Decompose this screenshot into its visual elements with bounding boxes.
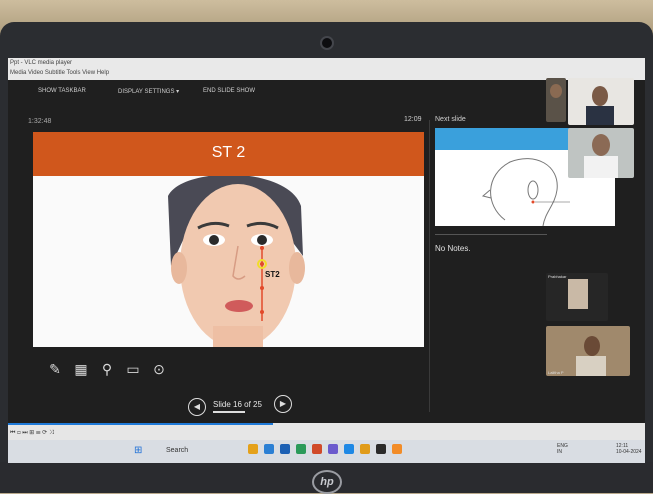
system-date: 10-04-2024 bbox=[616, 449, 642, 455]
speaker-notes: No Notes. bbox=[435, 244, 471, 253]
system-clock[interactable]: 12:11 10-04-2024 bbox=[616, 443, 642, 455]
presenter-clock: 12:09 bbox=[404, 116, 422, 123]
language-indicator[interactable]: ENG IN bbox=[557, 443, 568, 455]
webcam-icon bbox=[320, 36, 334, 50]
windows-start-icon[interactable]: ⊞ bbox=[134, 446, 144, 456]
laptop-screen: Ppt - VLC media player Media Video Subti… bbox=[8, 58, 645, 463]
store-icon[interactable] bbox=[360, 444, 370, 454]
more-options-icon[interactable]: ⊙ bbox=[150, 360, 168, 378]
end-slide-show-button[interactable]: END SLIDE SHOW bbox=[203, 88, 255, 94]
media-seek-bar[interactable] bbox=[8, 423, 273, 425]
pane-divider[interactable] bbox=[429, 120, 430, 412]
participant-tile[interactable] bbox=[568, 128, 634, 178]
participant-tile[interactable]: Lalitha P bbox=[546, 326, 630, 376]
participant-tile[interactable] bbox=[546, 78, 566, 122]
pointer-screen-icon[interactable]: ▭ bbox=[124, 360, 142, 378]
powerpoint-icon[interactable] bbox=[312, 444, 322, 454]
word-icon[interactable] bbox=[280, 444, 290, 454]
taskbar-search[interactable] bbox=[150, 444, 232, 458]
participant-tile[interactable] bbox=[568, 78, 634, 125]
participant-tile[interactable]: Prabhakar bbox=[546, 273, 608, 321]
window-title: Ppt - VLC media player bbox=[10, 60, 73, 66]
point-label: ST2 bbox=[265, 270, 280, 279]
zoom-icon[interactable]: ⚲ bbox=[98, 360, 116, 378]
slide-counter[interactable]: Slide 16 of 25 bbox=[213, 400, 262, 409]
participant-name: Prabhakar bbox=[548, 274, 567, 279]
current-slide: ST 2 ST2 bbox=[33, 132, 424, 347]
zoom-app-icon[interactable] bbox=[344, 444, 354, 454]
show-taskbar-button[interactable]: SHOW TASKBAR bbox=[38, 88, 86, 94]
next-slide-label: Next slide bbox=[435, 116, 466, 123]
next-slide-button[interactable]: ▶ bbox=[274, 395, 292, 413]
settings-icon[interactable] bbox=[376, 444, 386, 454]
notes-divider bbox=[435, 234, 547, 235]
pen-icon[interactable]: ✎ bbox=[46, 360, 64, 378]
presenter-toolbar: SHOW TASKBAR DISPLAY SETTINGS ▾ END SLID… bbox=[8, 80, 428, 98]
display-settings-button[interactable]: DISPLAY SETTINGS ▾ bbox=[118, 88, 179, 95]
teams-icon[interactable] bbox=[328, 444, 338, 454]
presentation-timer: 1:32:48 bbox=[28, 118, 52, 125]
see-all-slides-icon[interactable]: ▦ bbox=[72, 360, 90, 378]
windows-taskbar bbox=[8, 440, 645, 463]
slide-title: ST 2 bbox=[211, 144, 246, 161]
media-controls[interactable]: ⏮ ◻ ⏭ ⊞ ☰ ⟳ ⤨ bbox=[10, 429, 54, 437]
vlc-menubar[interactable]: Media Video Subtitle Tools View Help bbox=[10, 70, 109, 76]
participant-name: Lalitha P bbox=[548, 370, 564, 375]
previous-slide-button[interactable]: ◀ bbox=[188, 398, 206, 416]
chrome-icon[interactable] bbox=[296, 444, 306, 454]
search-label: Search bbox=[166, 447, 189, 454]
file-explorer-icon[interactable] bbox=[248, 444, 258, 454]
vlc-icon[interactable] bbox=[392, 444, 402, 454]
vlc-titlebar bbox=[8, 58, 645, 80]
slide-progress-bar bbox=[213, 411, 245, 413]
vlc-controls-bar bbox=[8, 423, 645, 440]
hp-logo-icon: hp bbox=[312, 470, 342, 494]
edge-icon[interactable] bbox=[264, 444, 274, 454]
face-illustration bbox=[33, 174, 424, 347]
face-drawing bbox=[168, 174, 305, 347]
